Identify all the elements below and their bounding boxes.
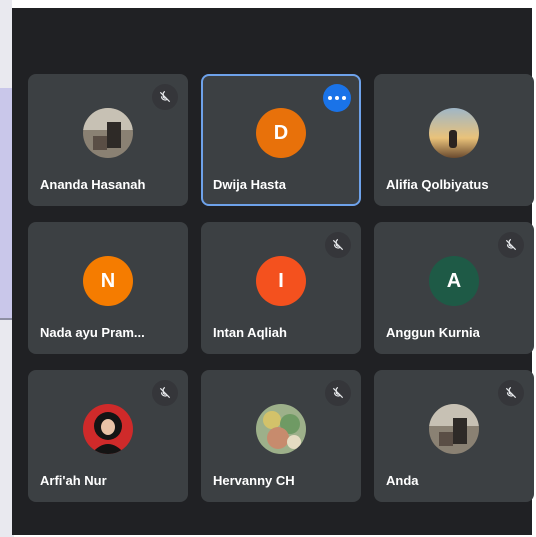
- participant-tile[interactable]: Anda: [374, 370, 534, 502]
- participant-tile[interactable]: Alifia Qolbiyatus: [374, 74, 534, 206]
- participant-tile[interactable]: Arfi'ah Nur: [28, 370, 188, 502]
- left-panel-highlight: [0, 88, 12, 318]
- dot-icon: [342, 96, 346, 100]
- avatar-initial: D: [256, 108, 306, 158]
- avatar: [83, 108, 133, 158]
- dot-icon: [328, 96, 332, 100]
- more-options-button[interactable]: [323, 84, 351, 112]
- participant-tile[interactable]: Hervanny CH: [201, 370, 361, 502]
- participant-name: Anggun Kurnia: [386, 325, 480, 340]
- participant-name: Hervanny CH: [213, 473, 295, 488]
- participant-tile[interactable]: N Nada ayu Pram...: [28, 222, 188, 354]
- mic-off-icon: [152, 380, 178, 406]
- participant-tile[interactable]: A Anggun Kurnia: [374, 222, 534, 354]
- mic-off-icon: [325, 380, 351, 406]
- participant-tile[interactable]: Ananda Hasanah: [28, 74, 188, 206]
- participant-name: Alifia Qolbiyatus: [386, 177, 489, 192]
- mic-off-icon: [498, 232, 524, 258]
- left-panel-divider: [0, 318, 12, 320]
- meeting-window: Ananda Hasanah D Dwija Hasta Alifia Qolb…: [0, 0, 536, 537]
- participant-name: Arfi'ah Nur: [40, 473, 107, 488]
- participant-tile-active[interactable]: D Dwija Hasta: [201, 74, 361, 206]
- mic-off-icon: [498, 380, 524, 406]
- avatar: [83, 404, 133, 454]
- avatar-initial: I: [256, 256, 306, 306]
- participant-grid: Ananda Hasanah D Dwija Hasta Alifia Qolb…: [12, 8, 534, 535]
- avatar-letter: I: [278, 269, 284, 292]
- participant-name: Dwija Hasta: [213, 177, 286, 192]
- participant-name: Ananda Hasanah: [40, 177, 146, 192]
- avatar-initial: N: [83, 256, 133, 306]
- avatar-initial: A: [429, 256, 479, 306]
- avatar-letter: N: [100, 269, 116, 292]
- mic-off-icon: [325, 232, 351, 258]
- participant-tile[interactable]: I Intan Aqliah: [201, 222, 361, 354]
- dot-icon: [335, 96, 339, 100]
- avatar-letter: A: [446, 269, 462, 292]
- participant-name: Intan Aqliah: [213, 325, 287, 340]
- avatar: [256, 404, 306, 454]
- avatar: [429, 404, 479, 454]
- mic-off-icon: [152, 84, 178, 110]
- top-edge: [12, 0, 536, 8]
- participant-name: Nada ayu Pram...: [40, 325, 145, 340]
- avatar: [429, 108, 479, 158]
- participant-name: Anda: [386, 473, 419, 488]
- avatar-letter: D: [273, 121, 289, 144]
